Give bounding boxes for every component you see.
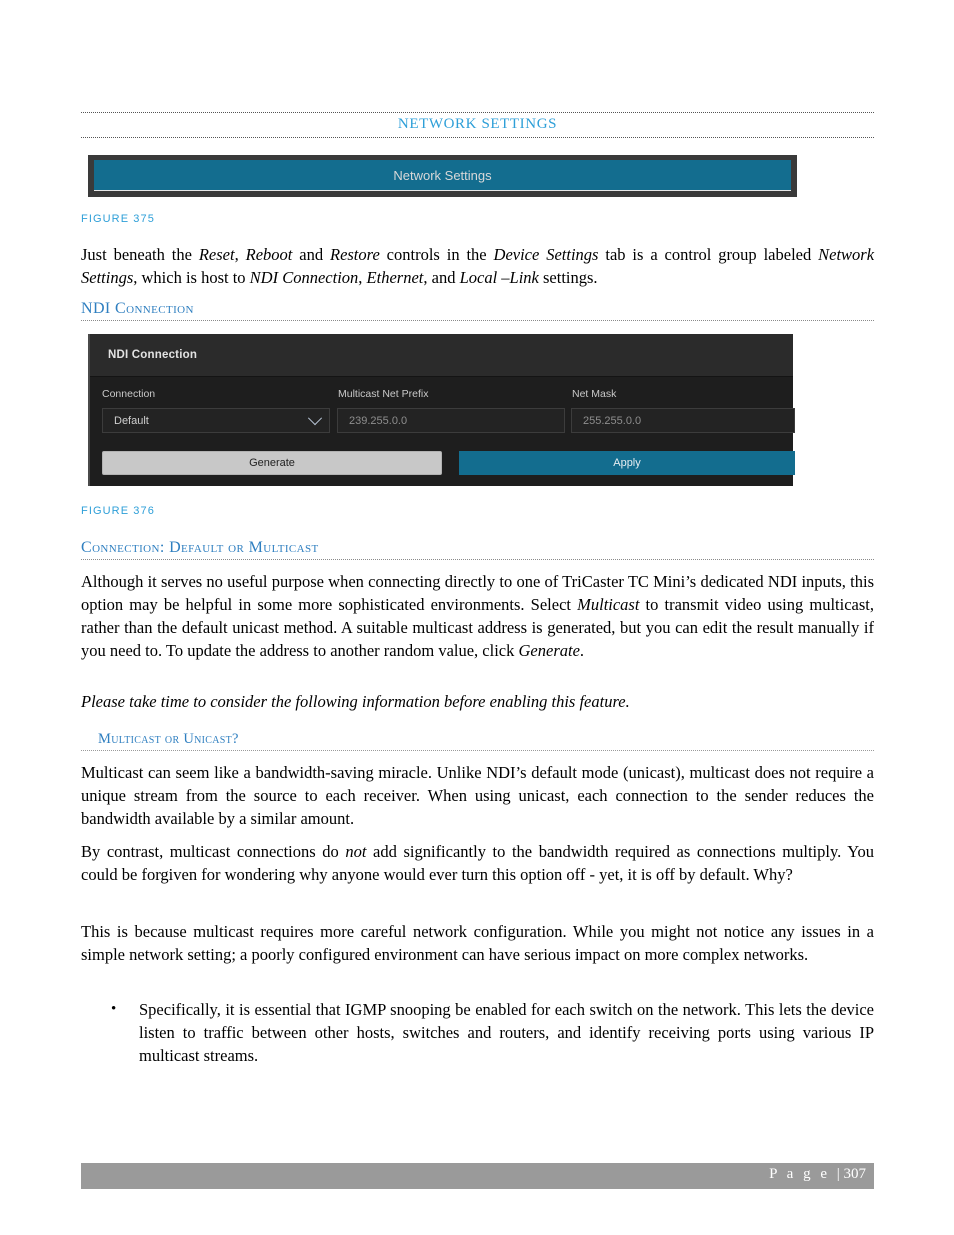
intro-em-ethernet: Ethernet	[366, 268, 424, 287]
ndi-field-labels-row: Connection Multicast Net Prefix Net Mask	[90, 388, 793, 406]
page-footer-prefix: P a g e	[769, 1166, 837, 1182]
intro-text-8: , and	[423, 268, 460, 287]
heading-connection-default-or-multicast: Connection: Default or Multicast	[81, 539, 874, 560]
heading-multicast-or-unicast-text: Multicast or Unicast?	[98, 731, 239, 747]
by-contrast-em-not: not	[345, 842, 367, 861]
heading-connection-rule	[81, 559, 874, 560]
connection-select[interactable]: Default	[102, 408, 330, 433]
intro-text-5: tab is a control group labeled	[598, 245, 819, 264]
apply-button[interactable]: Apply	[459, 451, 795, 475]
intro-em-restore: Restore	[329, 245, 380, 264]
running-header-title: Network Settings	[397, 116, 558, 132]
intro-text-3: and	[292, 245, 330, 264]
label-net-mask: Net Mask	[572, 388, 617, 400]
paragraph-by-contrast: By contrast, multicast connections do no…	[81, 840, 874, 886]
net-mask-input[interactable]: 255.255.0.0	[571, 408, 795, 433]
paragraph-unicast-explanation: Multicast can seem like a bandwidth-savi…	[81, 763, 874, 828]
page-footer-text: P a g e | 307	[769, 1166, 866, 1183]
multicast-intro-end: .	[579, 641, 585, 660]
network-settings-tab-bar[interactable]: Network Settings	[94, 160, 791, 191]
multicast-intro-em-multicast: Multicast	[577, 595, 640, 614]
multicast-net-prefix-input[interactable]: 239.255.0.0	[337, 408, 565, 433]
intro-text-2: ,	[234, 245, 246, 264]
bullet-glyph-icon: •	[111, 1001, 117, 1017]
paragraph-please-take-time: Please take time to consider the followi…	[81, 692, 630, 711]
intro-em-ndi-connection: NDI Connection	[249, 268, 359, 287]
ndi-fields-row: Default 239.255.0.0 255.255.0.0	[90, 408, 795, 434]
heading-ndi-connection: NDI Connection	[81, 300, 874, 321]
intro-paragraph: Just beneath the Reset, Reboot and Resto…	[81, 243, 874, 289]
generate-button[interactable]: Generate	[102, 451, 442, 475]
ndi-panel-titlebar: NDI Connection	[90, 334, 793, 377]
intro-text-7: ,	[358, 268, 367, 287]
intro-text-9: settings.	[538, 268, 598, 287]
page-number: 307	[843, 1166, 867, 1182]
running-header: Network Settings	[81, 112, 874, 138]
intro-em-device-settings: Device Settings	[493, 245, 599, 264]
list-item: • Specifically, it is essential that IGM…	[81, 998, 874, 1067]
ndi-panel-title: NDI Connection	[108, 349, 198, 361]
heading-ndi-connection-rule	[81, 320, 874, 321]
by-contrast-pre: By contrast, multicast connections do	[81, 842, 346, 861]
connection-select-value: Default	[114, 414, 149, 427]
page-footer-separator: |	[836, 1166, 844, 1182]
intro-em-local-link: Local –Link	[459, 268, 539, 287]
intro-em-reset: Reset	[198, 245, 235, 264]
figure-375-network-settings-bar: Network Settings	[88, 155, 797, 197]
multicast-intro-em-generate: Generate	[518, 641, 580, 660]
intro-text-6: , which is host to	[133, 268, 250, 287]
document-page: Network Settings Network Settings FIGURE…	[0, 0, 954, 1235]
label-multicast-net-prefix: Multicast Net Prefix	[338, 388, 429, 400]
header-rule-bottom	[81, 137, 874, 138]
paragraph-network-configuration: This is because multicast requires more …	[81, 922, 874, 964]
intro-text-1: Just beneath the	[81, 245, 199, 264]
heading-multicast-or-unicast: Multicast or Unicast?	[81, 731, 874, 751]
heading-ndi-connection-text: NDI Connection	[81, 300, 194, 317]
label-connection: Connection	[102, 388, 156, 400]
figure-376-ndi-connection-panel: NDI Connection Connection Multicast Net …	[88, 334, 795, 486]
page-footer-bar: P a g e | 307	[81, 1163, 874, 1189]
figure-375-caption: FIGURE 375	[81, 213, 155, 225]
ndi-buttons-row: Generate Apply	[90, 451, 795, 475]
list-item-text: Specifically, it is essential that IGMP …	[139, 1000, 874, 1065]
intro-text-4: controls in the	[379, 245, 494, 264]
heading-connection-default-or-multicast-text: Connection: Default or Multicast	[81, 539, 319, 556]
paragraph-multicast-intro: Although it serves no useful purpose whe…	[81, 570, 874, 662]
ndi-panel-body: Connection Multicast Net Prefix Net Mask…	[90, 377, 795, 475]
chevron-down-icon	[307, 410, 323, 425]
figure-376-caption: FIGURE 376	[81, 505, 155, 517]
heading-multicast-or-unicast-rule	[81, 750, 874, 751]
intro-em-reboot: Reboot	[245, 245, 293, 264]
